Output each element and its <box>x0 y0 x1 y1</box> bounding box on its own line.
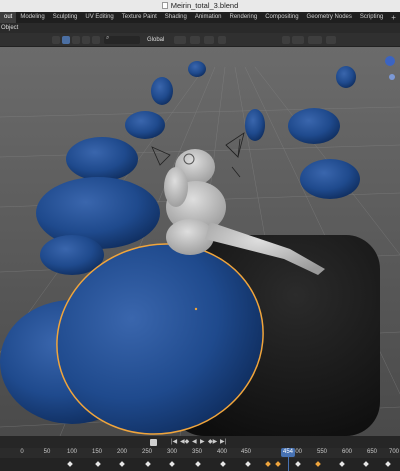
tick-label: 0 <box>20 449 24 455</box>
tab-geometry-nodes[interactable]: Geometry Nodes <box>303 12 356 23</box>
proportional-edit-icon[interactable] <box>204 36 214 44</box>
play-button[interactable]: ▶ <box>200 438 205 446</box>
blue-blob-left-large <box>36 177 160 249</box>
blue-blob-right-3 <box>300 159 360 199</box>
statue-hair <box>164 167 188 207</box>
tab-uv-editing[interactable]: UV Editing <box>81 12 117 23</box>
tick-label: 450 <box>240 449 252 455</box>
snapping-icon[interactable] <box>190 36 200 44</box>
current-frame-indicator[interactable]: 454 <box>280 448 296 457</box>
jump-to-start-button[interactable]: |◀ <box>171 438 177 446</box>
blue-blob-right-2 <box>336 66 356 88</box>
cursor-tool-icon[interactable] <box>52 36 60 44</box>
blue-blob-right-1 <box>288 108 340 144</box>
falloff-icon[interactable] <box>218 36 226 44</box>
tick-label: 100 <box>66 449 78 455</box>
add-workspace-button[interactable]: + <box>387 13 400 22</box>
tab-rendering[interactable]: Rendering <box>226 12 262 23</box>
tick-label: 150 <box>91 449 103 455</box>
keyframe-selected[interactable] <box>265 461 271 467</box>
search-icon: ⌕ <box>106 35 110 41</box>
rotate-tool-icon[interactable] <box>82 36 90 44</box>
search-input[interactable]: ⌕ <box>104 35 140 44</box>
tab-sculpting[interactable]: Sculpting <box>49 12 82 23</box>
tab-shading[interactable]: Shading <box>161 12 191 23</box>
keyframe[interactable] <box>169 461 175 467</box>
pivot-point-icon[interactable] <box>174 36 186 44</box>
window-titlebar: Meirin_total_3.blend <box>0 0 400 12</box>
visibility-filter-icon[interactable] <box>308 36 322 44</box>
tab-scripting[interactable]: Scripting <box>356 12 387 23</box>
keyframe[interactable] <box>385 461 391 467</box>
keyframe-selected[interactable] <box>275 461 281 467</box>
orientation-dropdown[interactable]: Global <box>147 35 164 45</box>
blue-blob-left-mid <box>66 137 138 181</box>
playback-controls: |◀ ◀◆ ◀ ▶ ◆▶ ▶| <box>0 436 400 448</box>
keyframe[interactable] <box>339 461 345 467</box>
tick-label: 200 <box>116 449 128 455</box>
object-origin <box>194 307 198 311</box>
record-button[interactable] <box>150 439 157 446</box>
keyframe[interactable] <box>245 461 251 467</box>
play-reverse-button[interactable]: ◀ <box>192 438 197 446</box>
viewport-scene <box>0 47 400 436</box>
keyframe[interactable] <box>363 461 369 467</box>
keyframe[interactable] <box>195 461 201 467</box>
tick-label: 50 <box>43 449 51 455</box>
workspace-tabs: out Modeling Sculpting UV Editing Textur… <box>0 12 400 23</box>
3d-viewport[interactable] <box>0 47 400 436</box>
tab-layout[interactable]: out <box>0 12 17 23</box>
frame-ruler[interactable]: 0 50 100 150 200 250 300 350 400 450 500… <box>0 448 400 458</box>
tick-label: 350 <box>191 449 203 455</box>
tick-label: 700 <box>388 449 400 455</box>
viewport-header: Object <box>0 23 400 33</box>
tab-animation[interactable]: Animation <box>191 12 226 23</box>
tab-compositing[interactable]: Compositing <box>261 12 302 23</box>
tick-label: 400 <box>216 449 228 455</box>
window-title: Meirin_total_3.blend <box>170 1 239 10</box>
next-keyframe-button[interactable]: ◆▶ <box>208 438 217 446</box>
tick-label: 550 <box>316 449 328 455</box>
tick-label: 600 <box>341 449 353 455</box>
tick-label: 650 <box>366 449 378 455</box>
mode-selector[interactable]: Object <box>0 23 18 33</box>
keyframe[interactable] <box>95 461 101 467</box>
filter-funnel-icon[interactable] <box>326 36 336 44</box>
tab-modeling[interactable]: Modeling <box>16 12 48 23</box>
keyframe[interactable] <box>67 461 73 467</box>
scale-tool-icon[interactable] <box>92 36 100 44</box>
jump-to-end-button[interactable]: ▶| <box>220 438 226 446</box>
document-icon <box>161 2 168 9</box>
overlays-icon[interactable] <box>292 36 304 44</box>
viewport-toolbar: ⌕ Global <box>0 33 400 47</box>
keyframe-selected[interactable] <box>315 461 321 467</box>
timeline[interactable]: 0 50 100 150 200 250 300 350 400 450 500… <box>0 448 400 471</box>
prev-keyframe-button[interactable]: ◀◆ <box>180 438 189 446</box>
keyframe[interactable] <box>145 461 151 467</box>
blue-blob-top-1 <box>151 77 173 105</box>
blue-blob-top-3 <box>245 109 265 141</box>
window-title-wrap: Meirin_total_3.blend <box>0 0 400 12</box>
keyframe-row <box>0 460 400 469</box>
keyframe[interactable] <box>220 461 226 467</box>
move-tool-icon[interactable] <box>72 36 80 44</box>
tab-texture-paint[interactable]: Texture Paint <box>118 12 161 23</box>
blue-blob-left-top <box>125 111 165 139</box>
tick-label: 250 <box>141 449 153 455</box>
show-gizmo-icon[interactable] <box>282 36 290 44</box>
tick-label: 300 <box>166 449 178 455</box>
keyframe[interactable] <box>295 461 301 467</box>
select-box-icon[interactable] <box>62 36 70 44</box>
blue-blob-top-2 <box>188 61 206 77</box>
keyframe[interactable] <box>119 461 125 467</box>
